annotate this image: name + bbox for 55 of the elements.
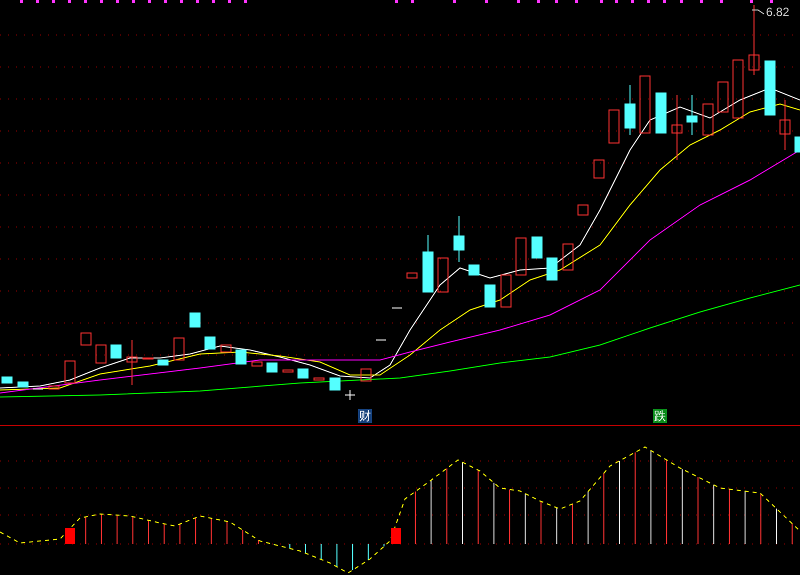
candlestick [656, 92, 666, 134]
candlestick [500, 274, 512, 308]
candlestick [48, 386, 60, 390]
candlestick [18, 382, 28, 388]
candlestick [454, 216, 464, 262]
candlestick [314, 378, 324, 380]
candlestick [794, 136, 800, 152]
candlestick [640, 76, 650, 134]
candlestick [142, 358, 154, 360]
candlestick [624, 84, 636, 136]
candlestick [672, 94, 682, 160]
candlestick [702, 104, 714, 136]
candlestick [96, 344, 106, 364]
candlestick [764, 60, 776, 116]
high-price-label: 6.82 [766, 4, 790, 21]
candlestick [516, 238, 526, 276]
candlestick [158, 360, 168, 366]
candlestick [174, 338, 184, 360]
candlestick [298, 368, 308, 378]
candlestick [780, 100, 790, 150]
candlestick [330, 378, 340, 390]
candlestick [468, 264, 480, 276]
candlestick [594, 160, 604, 178]
candlestick [546, 258, 558, 280]
candlestick [578, 204, 588, 216]
candlestick [220, 344, 232, 352]
candlestick [532, 236, 542, 258]
candlestick [252, 362, 262, 366]
candlestick [608, 110, 620, 144]
signal-tag: 跌 [653, 409, 667, 423]
candlestick [422, 234, 434, 292]
signal-tag: 财 [358, 409, 372, 423]
candlestick [126, 340, 138, 386]
leader-line [752, 10, 764, 14]
candlestick [732, 60, 744, 118]
candlestick [236, 350, 246, 364]
candlestick [438, 258, 448, 292]
candlestick [360, 368, 372, 382]
candlestick [64, 360, 76, 384]
candlestick [80, 332, 92, 346]
candlestick [718, 82, 728, 112]
candlestick [562, 244, 574, 270]
candlestick [266, 362, 278, 372]
doji-candle [344, 390, 356, 400]
candlestick [748, 4, 760, 76]
candlestick [2, 376, 12, 384]
candlestick [204, 336, 216, 350]
signal-bar [65, 528, 75, 544]
candlestick [190, 312, 200, 328]
candlestick [686, 94, 698, 136]
candlestick [282, 370, 294, 372]
candlestick [406, 272, 418, 278]
signal-bar [391, 528, 401, 544]
candlestick [110, 344, 122, 358]
candlestick [484, 284, 496, 308]
